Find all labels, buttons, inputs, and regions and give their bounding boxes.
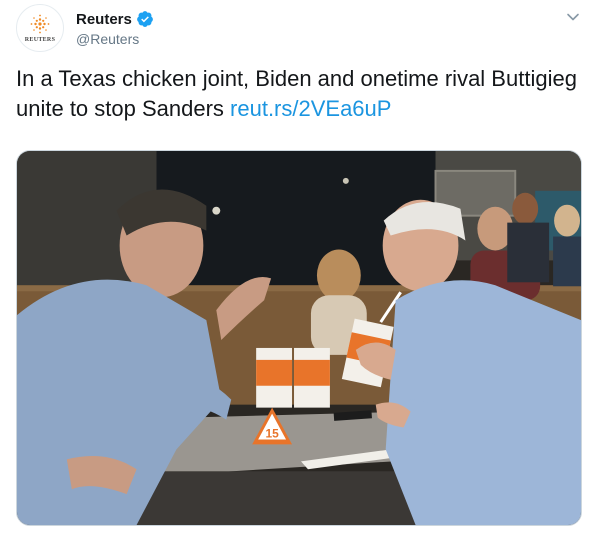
table-number: 15 — [265, 426, 279, 440]
name-row: Reuters — [76, 10, 154, 28]
verified-badge-icon — [136, 11, 153, 27]
display-name[interactable]: Reuters — [76, 11, 132, 28]
photo-scene: 15 — [17, 151, 581, 525]
handle[interactable]: @Reuters — [76, 31, 139, 47]
avatar[interactable]: REUTERS — [16, 4, 64, 52]
avatar-label: REUTERS — [24, 37, 56, 43]
tweet-text: In a Texas chicken joint, Biden and onet… — [16, 64, 586, 124]
chevron-down-icon[interactable] — [566, 10, 580, 24]
tweet-photo[interactable]: 15 — [16, 150, 582, 526]
tweet-link[interactable]: reut.rs/2VEa6uP — [230, 96, 391, 121]
reuters-logo-icon — [30, 14, 50, 34]
tweet-card[interactable]: REUTERS Reuters @Reuters In a Texas chic… — [0, 0, 596, 537]
